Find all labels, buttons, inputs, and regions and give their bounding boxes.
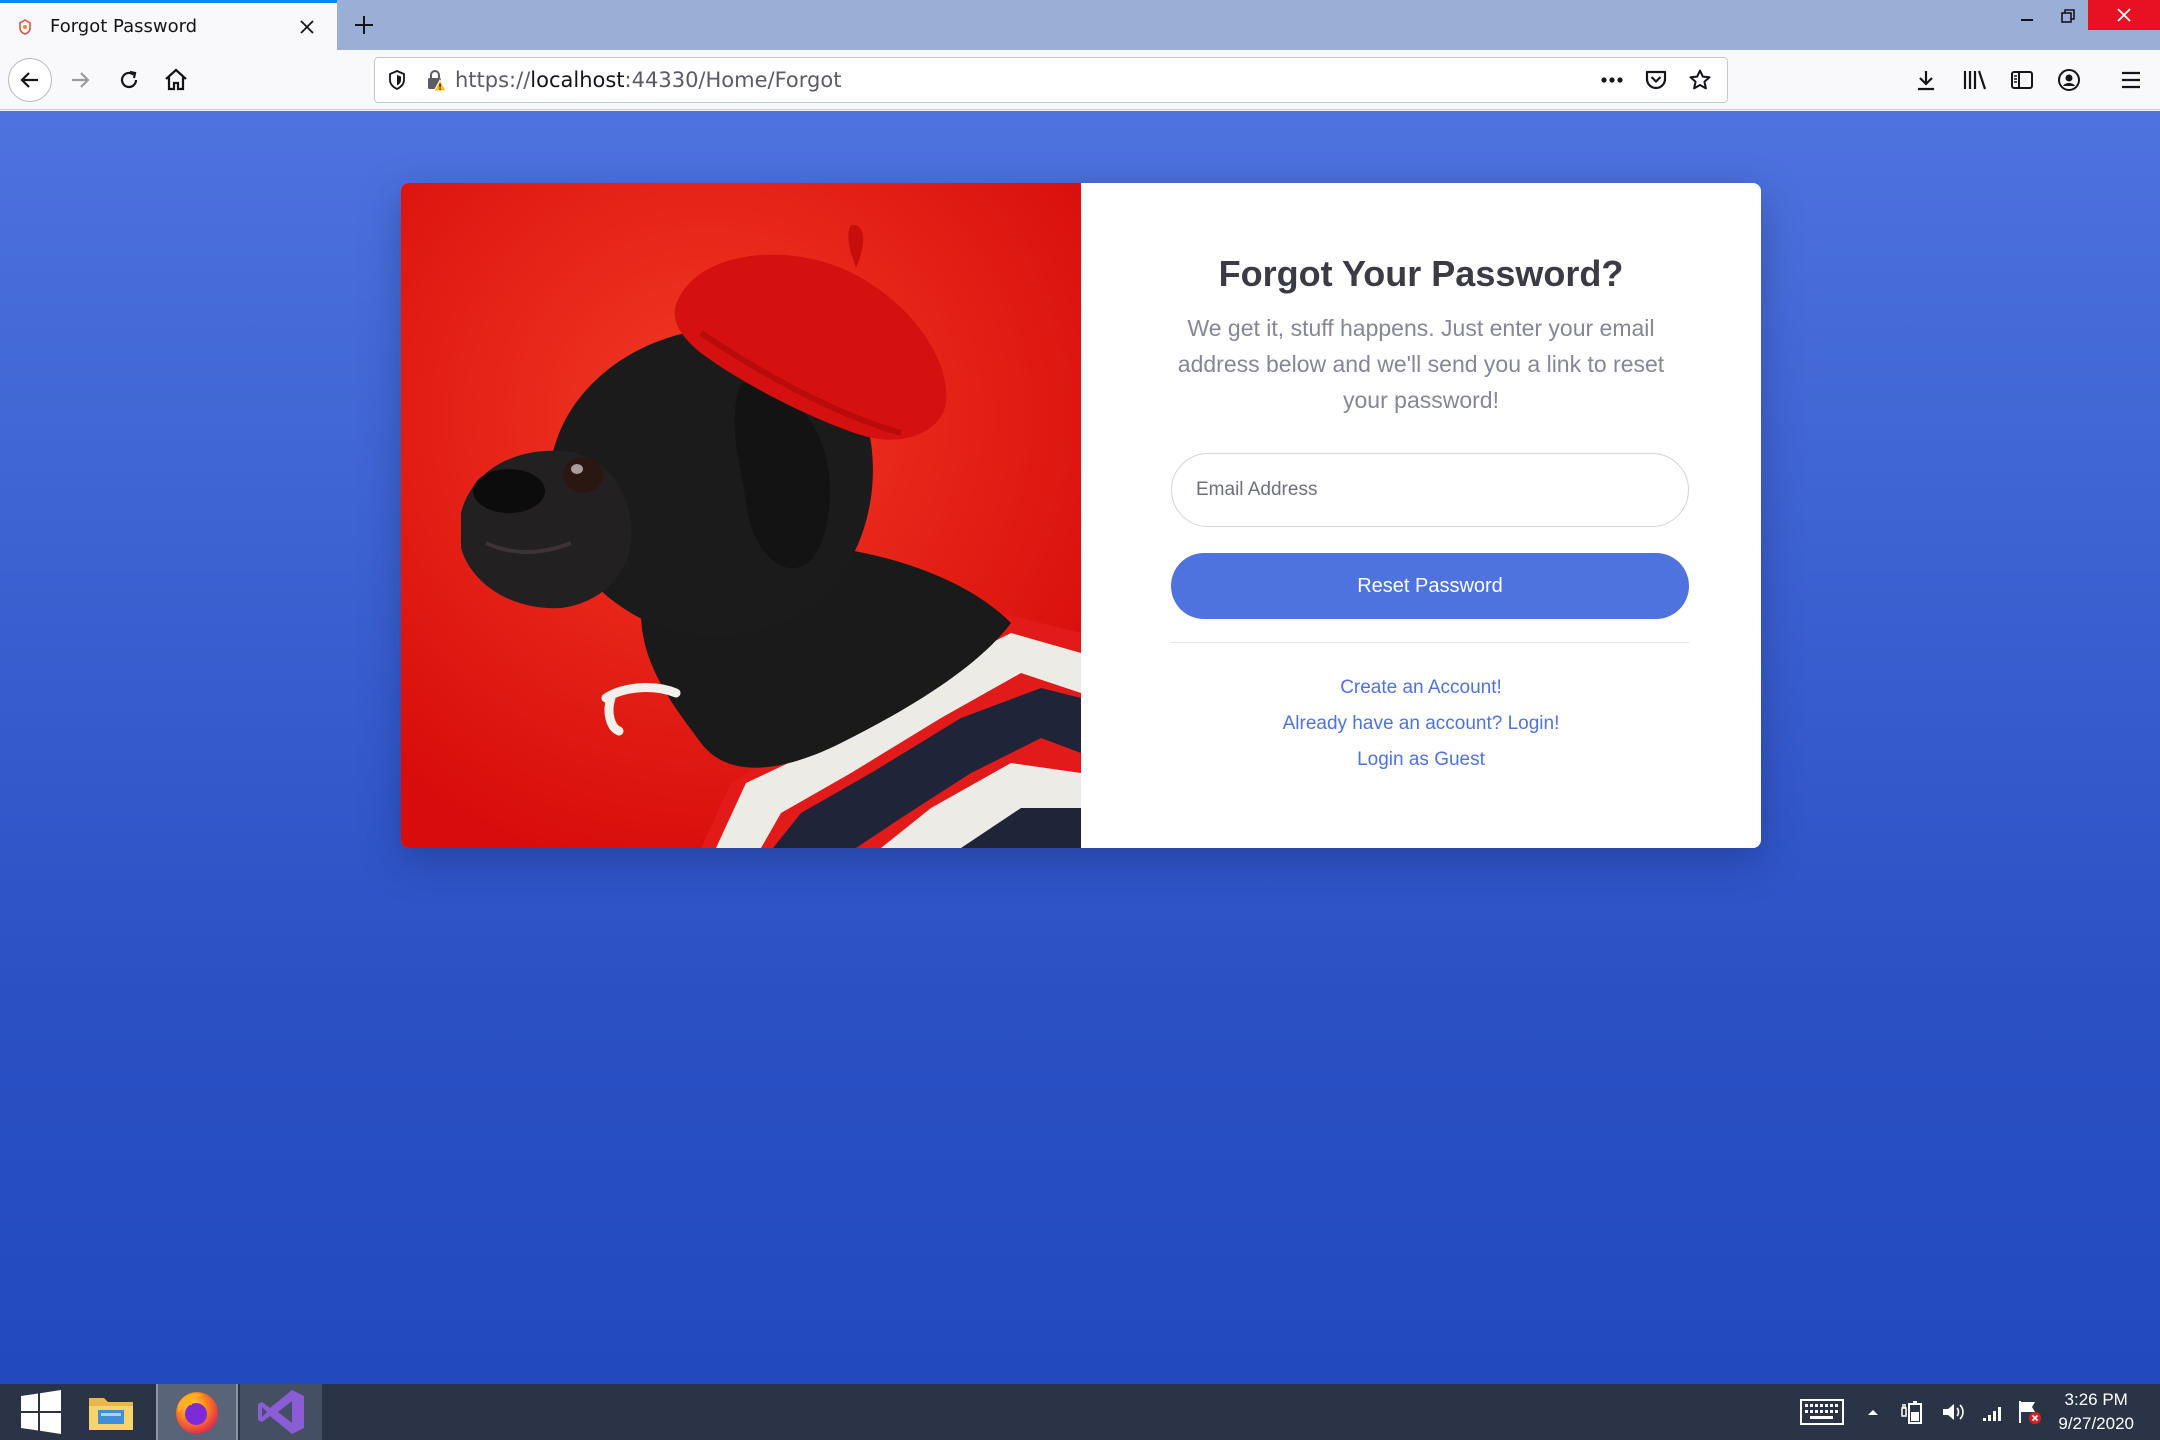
- library-button[interactable]: [1953, 58, 1997, 102]
- network-button[interactable]: [1976, 1384, 2010, 1440]
- touch-keyboard-button[interactable]: [1796, 1384, 1848, 1440]
- visual-studio-icon: [258, 1390, 304, 1434]
- sidebar-button[interactable]: [2000, 58, 2044, 102]
- new-tab-button[interactable]: [344, 5, 384, 45]
- app-menu-button[interactable]: [2109, 58, 2153, 102]
- address-bar[interactable]: https://localhost:44330/Home/Forgot: [374, 57, 1728, 103]
- home-button[interactable]: [154, 58, 198, 102]
- arrow-right-icon: [72, 72, 90, 88]
- url-host: localhost: [530, 68, 625, 92]
- show-hidden-icons-button[interactable]: [1858, 1384, 1888, 1440]
- tab-title: Forgot Password: [50, 16, 198, 37]
- page-actions-menu-icon[interactable]: [1591, 58, 1633, 102]
- restore-window-button[interactable]: [2042, 0, 2094, 32]
- pocket-icon[interactable]: [1635, 58, 1677, 102]
- login-as-guest-link[interactable]: Login as Guest: [1081, 749, 1761, 771]
- download-icon: [1918, 71, 1934, 91]
- page-description: We get it, stuff happens. Just enter you…: [1177, 315, 1665, 413]
- hamburger-menu-icon: [2122, 71, 2140, 89]
- tracking-protection-shield-icon[interactable]: [375, 58, 419, 102]
- file-explorer-icon: [89, 1398, 133, 1430]
- windows-start-icon: [21, 1390, 61, 1434]
- battery-plug-icon: [1901, 1401, 1922, 1424]
- pug-in-beret-image: [401, 183, 1081, 848]
- windows-taskbar: 3:26 PM 9/27/2020: [0, 1384, 2160, 1440]
- plus-icon: [355, 16, 373, 34]
- clock-time: 3:26 PM: [2064, 1390, 2128, 1409]
- home-icon: [165, 68, 187, 91]
- back-button[interactable]: [8, 58, 52, 102]
- form-divider: [1171, 642, 1689, 643]
- forward-button[interactable]: [58, 58, 102, 102]
- site-favicon-icon: [16, 18, 34, 36]
- pug-photo: [401, 183, 1081, 848]
- email-address-input[interactable]: [1171, 453, 1689, 527]
- forgot-password-form: Forgot Your Password? We get it, stuff h…: [1081, 183, 1761, 848]
- forgot-password-card: Forgot Your Password? We get it, stuff h…: [401, 183, 1761, 848]
- downloads-button[interactable]: [1904, 58, 1948, 102]
- minimize-icon: [2021, 19, 2033, 21]
- browser-tab[interactable]: Forgot Password: [0, 0, 337, 50]
- firefox-icon: [176, 1392, 218, 1434]
- account-button[interactable]: [2047, 58, 2091, 102]
- speaker-icon: [1943, 1404, 1964, 1420]
- chevron-up-icon: [1868, 1410, 1878, 1415]
- file-explorer-button[interactable]: [70, 1384, 152, 1440]
- action-center-flag-button[interactable]: [2010, 1384, 2048, 1440]
- arrow-left-icon: [20, 72, 38, 88]
- close-icon: [2117, 8, 2131, 22]
- bookmark-star-icon[interactable]: [1679, 58, 1721, 102]
- reload-button[interactable]: [107, 58, 151, 102]
- page-title: Forgot Your Password?: [1218, 253, 1624, 294]
- restore-icon: [2061, 9, 2075, 23]
- flag-alert-icon: [2019, 1401, 2041, 1424]
- insecure-lock-warning-icon[interactable]: [419, 58, 453, 102]
- signal-bars-icon: [1983, 1407, 2001, 1421]
- login-link[interactable]: Already have an account? Login!: [1081, 713, 1761, 735]
- volume-button[interactable]: [1936, 1384, 1970, 1440]
- keyboard-icon: [1800, 1399, 1844, 1425]
- url-path: :44330/Home/Forgot: [624, 68, 842, 92]
- power-status-button[interactable]: [1896, 1384, 1930, 1440]
- tab-close-icon[interactable]: [293, 13, 321, 41]
- firefox-taskbar-button[interactable]: [156, 1384, 238, 1440]
- create-account-link[interactable]: Create an Account!: [1081, 677, 1761, 699]
- url-text: https://localhost:44330/Home/Forgot: [455, 68, 841, 92]
- sidebar-icon: [2011, 71, 2033, 89]
- page-viewport: Forgot Your Password? We get it, stuff h…: [0, 111, 2160, 1384]
- system-clock[interactable]: 3:26 PM 9/27/2020: [2058, 1388, 2134, 1436]
- reset-password-button[interactable]: Reset Password: [1171, 553, 1689, 619]
- visual-studio-taskbar-button[interactable]: [240, 1384, 322, 1440]
- clock-date: 9/27/2020: [2058, 1414, 2134, 1433]
- url-scheme: https://: [455, 68, 531, 92]
- account-icon: [2058, 69, 2080, 91]
- close-window-button[interactable]: [2088, 0, 2160, 30]
- browser-tab-bar: Forgot Password: [0, 0, 2160, 50]
- library-icon: [1963, 70, 1987, 90]
- reload-icon: [120, 70, 138, 89]
- browser-toolbar: https://localhost:44330/Home/Forgot: [0, 50, 2160, 110]
